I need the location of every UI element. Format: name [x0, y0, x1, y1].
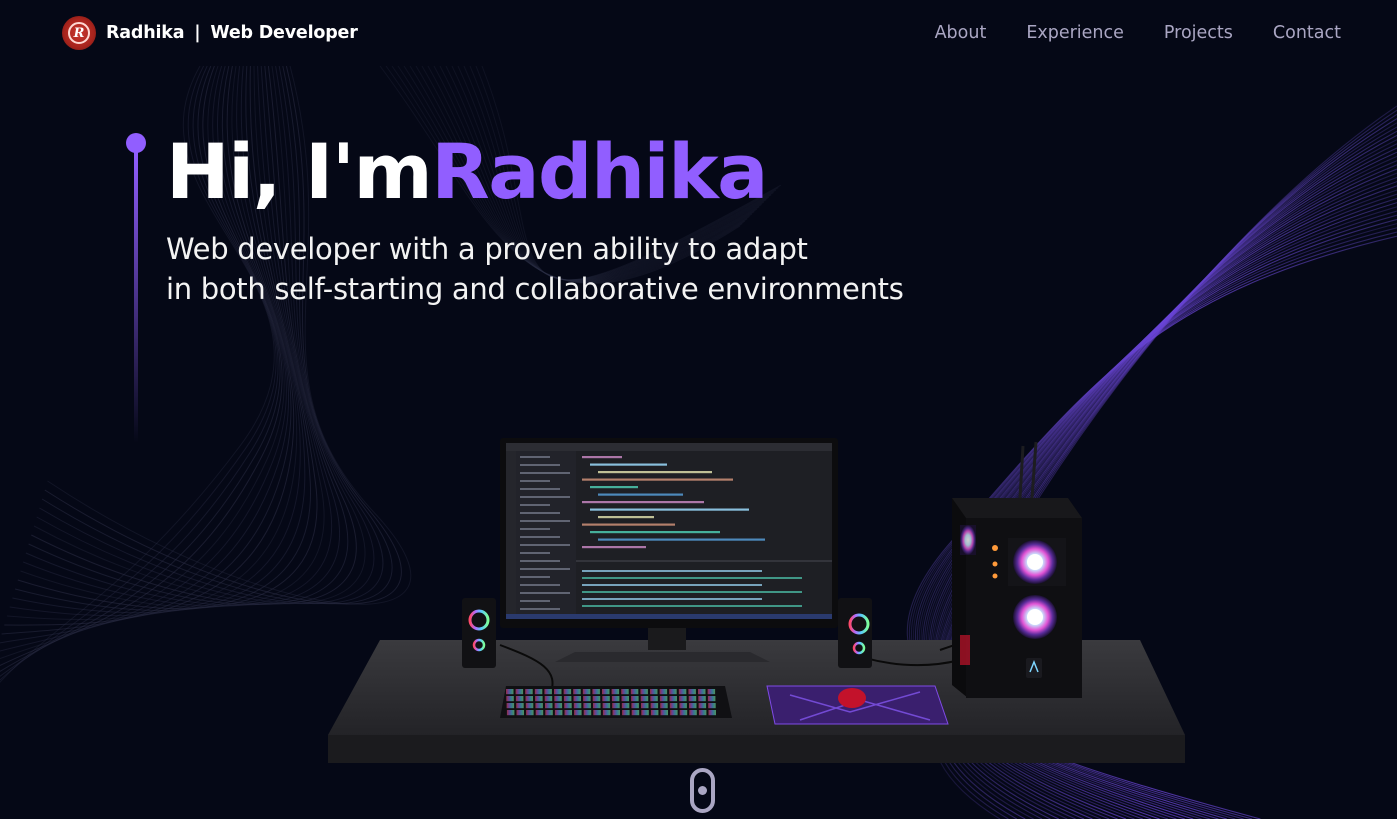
nav-link-contact[interactable]: Contact	[1273, 23, 1341, 43]
computer-desk-3d-model[interactable]	[320, 430, 1200, 770]
mouse	[838, 688, 866, 708]
hero-name: Radhika	[431, 127, 768, 216]
left-speaker	[462, 598, 496, 668]
hero-greeting: Hi, I'm	[166, 127, 433, 216]
brand-separator: |	[194, 23, 201, 43]
logo-icon: R	[62, 16, 96, 50]
mouse-scroll-icon	[698, 786, 707, 795]
navbar: R Radhika | Web Developer About Experien…	[0, 0, 1397, 66]
hero-dot	[126, 133, 146, 153]
hero-subtitle: Web developer with a proven ability to a…	[166, 229, 986, 309]
brand-name: Radhika | Web Developer	[106, 23, 358, 43]
nav-link-projects[interactable]: Projects	[1164, 23, 1233, 43]
hero-title: Hi, I'mRadhika	[166, 122, 768, 222]
brand-link[interactable]: R Radhika | Web Developer	[62, 16, 358, 50]
logo-letter: R	[68, 22, 90, 44]
hero-subtitle-line1: Web developer with a proven ability to a…	[166, 232, 808, 266]
brand-name-text: Radhika	[106, 23, 185, 43]
scroll-down-button[interactable]	[690, 768, 715, 813]
hero-subtitle-line2: in both self-starting and collaborative …	[166, 272, 904, 306]
nav-links: About Experience Projects Contact	[935, 23, 1341, 43]
desk-edge	[328, 735, 1185, 763]
hero-timeline-decoration	[126, 133, 146, 443]
nav-link-about[interactable]: About	[935, 23, 987, 43]
nav-link-experience[interactable]: Experience	[1026, 23, 1124, 43]
hero-vertical-line	[134, 151, 138, 443]
brand-role: Web Developer	[210, 23, 358, 43]
